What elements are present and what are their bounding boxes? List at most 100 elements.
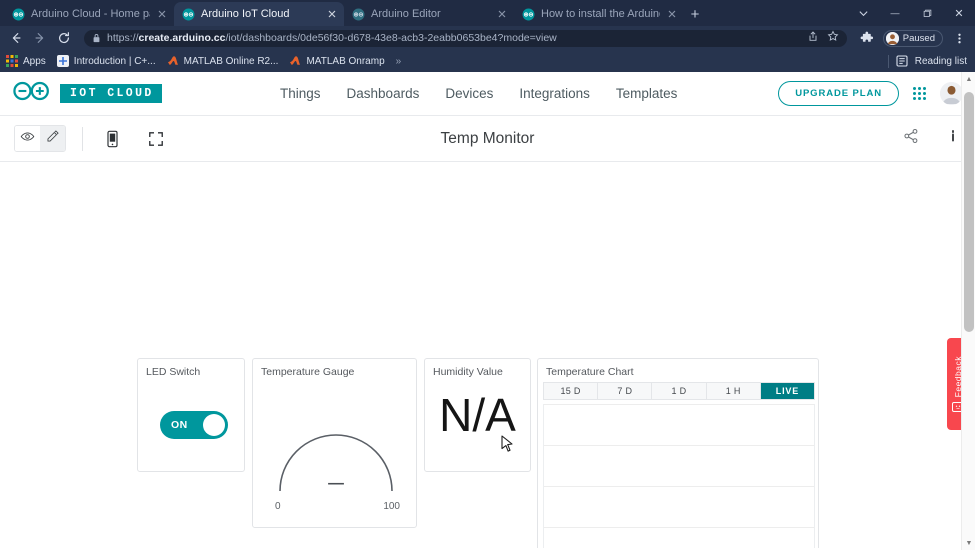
close-window-button[interactable]: ✕ xyxy=(943,0,975,26)
eye-icon xyxy=(20,129,35,149)
nav-link-templates[interactable]: Templates xyxy=(616,86,678,101)
browser-tab-2[interactable]: Arduino IoT Cloud xyxy=(174,2,344,26)
bookmarks-bar: Apps Introduction | C+... MATLAB Online … xyxy=(0,50,975,72)
led-switch-state-label: ON xyxy=(171,419,188,431)
upgrade-plan-button[interactable]: UPGRADE PLAN xyxy=(778,81,899,106)
nav-link-things[interactable]: Things xyxy=(280,86,321,101)
mobile-phone-icon[interactable] xyxy=(99,126,125,152)
widget-led-switch[interactable]: LED Switch ON xyxy=(137,358,245,472)
led-switch-toggle[interactable]: ON xyxy=(160,411,228,439)
bookmarks-overflow[interactable]: » xyxy=(396,56,402,67)
gauge-min-label: 0 xyxy=(275,501,281,512)
scroll-up-arrow[interactable]: ▲ xyxy=(962,72,975,86)
bookmark-apps[interactable]: Apps xyxy=(6,55,46,67)
navbar-right-actions: Paused xyxy=(857,28,969,48)
fullscreen-icon[interactable] xyxy=(143,126,169,152)
range-tab-15d[interactable]: 15 D xyxy=(544,383,599,399)
scrollbar-thumb[interactable] xyxy=(964,92,974,332)
chart-gridline xyxy=(544,404,814,405)
range-tab-7d[interactable]: 7 D xyxy=(598,383,653,399)
range-tab-live[interactable]: LIVE xyxy=(760,383,815,399)
bookmark-label: Apps xyxy=(23,55,46,67)
browser-navbar: https://create.arduino.cc/iot/dashboards… xyxy=(0,26,975,50)
minimize-button[interactable]: — xyxy=(879,0,911,26)
close-icon[interactable] xyxy=(666,8,678,20)
arduino-icon xyxy=(352,8,365,21)
browser-tab-title: Arduino Cloud - Home page xyxy=(31,8,150,20)
bookmark-introduction-cpp[interactable]: Introduction | C+... xyxy=(56,55,156,67)
arduino-icon xyxy=(182,8,195,21)
forward-arrow-icon[interactable] xyxy=(30,28,50,48)
chart-gridline xyxy=(544,486,814,487)
matlab-icon xyxy=(289,55,301,67)
user-avatar-icon xyxy=(885,31,899,45)
close-icon[interactable] xyxy=(496,8,508,20)
bookmark-matlab-online[interactable]: MATLAB Online R2... xyxy=(167,55,279,67)
back-arrow-icon[interactable] xyxy=(6,28,26,48)
app-navbar: IOT CLOUD Things Dashboards Devices Inte… xyxy=(0,72,975,116)
share-icon[interactable] xyxy=(807,29,819,47)
page-icon xyxy=(56,55,69,67)
browser-window: Arduino Cloud - Home page Arduino IoT Cl… xyxy=(0,0,975,550)
chart-gridline xyxy=(544,527,814,528)
browser-tab-title: How to install the Arduino Creat xyxy=(541,8,660,20)
bookmark-label: MATLAB Online R2... xyxy=(183,55,279,67)
mode-toggle-group xyxy=(14,125,66,152)
app-nav-links: Things Dashboards Devices Integrations T… xyxy=(280,86,677,101)
chart-gridline xyxy=(544,445,814,446)
dashboard-toolbar-right xyxy=(903,128,961,149)
nav-link-devices[interactable]: Devices xyxy=(445,86,493,101)
widget-humidity-value[interactable]: Humidity Value N/A xyxy=(424,358,531,472)
divider xyxy=(887,54,889,68)
close-icon[interactable] xyxy=(156,8,168,20)
address-bar-url: https://create.arduino.cc/iot/dashboards… xyxy=(107,32,557,44)
info-icon[interactable] xyxy=(945,128,961,149)
nav-link-dashboards[interactable]: Dashboards xyxy=(347,86,420,101)
browser-tab-1[interactable]: Arduino Cloud - Home page xyxy=(4,2,174,26)
browser-tab-4[interactable]: How to install the Arduino Creat xyxy=(514,2,684,26)
reload-icon[interactable] xyxy=(54,28,74,48)
page-scrollbar[interactable]: ▲ ▼ xyxy=(961,72,975,550)
widget-title: Temperature Gauge xyxy=(261,366,355,378)
address-bar[interactable]: https://create.arduino.cc/iot/dashboards… xyxy=(84,29,847,47)
scroll-down-arrow[interactable]: ▼ xyxy=(962,536,975,550)
humidity-value: N/A xyxy=(439,389,516,441)
matlab-icon xyxy=(167,55,179,67)
three-dot-menu-icon[interactable] xyxy=(949,28,969,48)
reading-list-icon xyxy=(896,55,908,67)
window-controls: — ✕ xyxy=(847,0,975,26)
profile-pill[interactable]: Paused xyxy=(882,29,943,47)
share-icon[interactable] xyxy=(903,128,919,149)
bookmark-matlab-onramp[interactable]: MATLAB Onramp xyxy=(289,55,385,67)
browser-tab-title: Arduino IoT Cloud xyxy=(201,8,290,20)
arduino-icon xyxy=(522,8,535,21)
maximize-button[interactable] xyxy=(911,0,943,26)
omnibox-icons xyxy=(807,29,839,47)
toggle-knob xyxy=(203,414,225,436)
range-tab-1d[interactable]: 1 D xyxy=(652,383,707,399)
browser-tab-title: Arduino Editor xyxy=(371,8,441,20)
widget-title: Humidity Value xyxy=(433,366,503,378)
nav-link-integrations[interactable]: Integrations xyxy=(519,86,590,101)
star-icon[interactable] xyxy=(827,29,839,47)
gauge-value: –– xyxy=(327,475,345,492)
pencil-icon xyxy=(46,129,60,148)
range-tab-1h[interactable]: 1 H xyxy=(706,383,761,399)
dashboard-canvas: LED Switch ON Temperature Gauge –– 0 100 xyxy=(0,162,975,548)
new-tab-button[interactable]: + xyxy=(684,3,706,25)
reading-list-button[interactable]: Reading list xyxy=(887,54,967,68)
widget-temperature-chart[interactable]: Temperature Chart 15 D 7 D 1 D 1 H LIVE xyxy=(537,358,819,548)
app-nav-right: UPGRADE PLAN xyxy=(778,81,963,106)
account-avatar-icon[interactable] xyxy=(940,82,963,105)
browser-tab-3[interactable]: Arduino Editor xyxy=(344,2,514,26)
tab-search-icon[interactable] xyxy=(847,0,879,26)
app-logo[interactable]: IOT CLOUD xyxy=(12,80,162,107)
view-mode-button[interactable] xyxy=(15,126,40,151)
apps-grid-icon[interactable] xyxy=(913,87,926,100)
puzzle-icon[interactable] xyxy=(857,28,877,48)
edit-mode-button[interactable] xyxy=(40,126,65,151)
divider xyxy=(82,126,83,151)
apps-grid-icon xyxy=(6,55,18,67)
widget-temperature-gauge[interactable]: Temperature Gauge –– 0 100 xyxy=(252,358,417,528)
close-icon[interactable] xyxy=(326,8,338,20)
